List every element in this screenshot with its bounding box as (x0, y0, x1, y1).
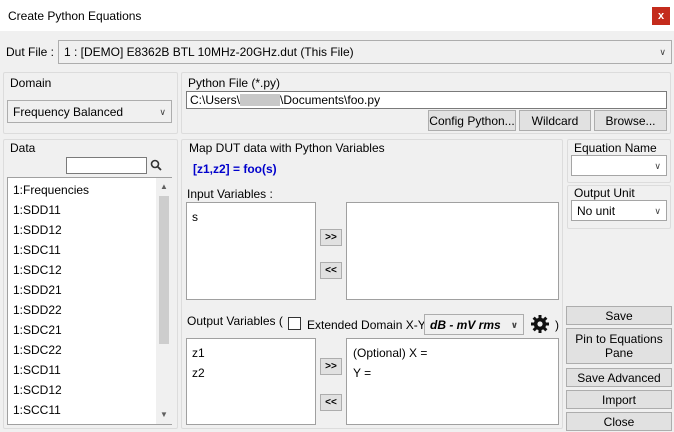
config-python-button[interactable]: Config Python... (428, 110, 516, 131)
search-icon[interactable] (150, 159, 162, 171)
output-unit-value: No unit (577, 203, 616, 218)
data-list-item[interactable]: 1:SCD12 (8, 380, 156, 400)
output-unit-label: Output Unit (574, 186, 635, 200)
extended-domain-checkbox[interactable] (288, 317, 301, 330)
scroll-thumb[interactable] (159, 196, 169, 344)
data-list-item[interactable]: 1:SDD22 (8, 300, 156, 320)
equation-name-select[interactable] (571, 155, 667, 176)
data-list[interactable]: 1:Frequencies 1:SDD11 1:SDD12 1:SDC11 1:SDC1… (7, 177, 172, 425)
input-variables-list[interactable]: s (186, 202, 316, 300)
scroll-down-icon[interactable]: ▼ (160, 410, 168, 419)
data-list-item[interactable]: 1:SCD11 (8, 360, 156, 380)
domain-label: Domain (10, 76, 52, 90)
output-close-paren: ) (555, 318, 559, 332)
unit-select-value: dB - mV rms (430, 317, 501, 332)
equation-name-label: Equation Name (574, 141, 657, 155)
wildcard-button[interactable]: Wildcard (519, 110, 591, 131)
python-file-path-input[interactable]: C:\Users\ \Documents\foo.py (186, 91, 667, 109)
input-variables-label: Input Variables : (187, 187, 273, 201)
window-title: Create Python Equations (8, 9, 142, 23)
data-list-item[interactable]: 1:SDD11 (8, 200, 156, 220)
chevron-down-icon (159, 107, 166, 118)
add-input-button[interactable]: >> (320, 229, 342, 246)
chevron-down-icon (659, 47, 666, 58)
data-list-item[interactable]: 1:SDC12 (8, 260, 156, 280)
import-button[interactable]: Import (566, 390, 672, 409)
output-items: z1 z2 (187, 339, 315, 383)
output-variables-list[interactable]: z1 z2 (186, 338, 316, 425)
data-list-item[interactable]: 1:SDC11 (8, 240, 156, 260)
browse-button[interactable]: Browse... (594, 110, 667, 131)
output-variable-item[interactable]: z2 (187, 363, 315, 383)
chevron-down-icon (654, 161, 661, 172)
map-label: Map DUT data with Python Variables (189, 141, 385, 155)
output-variables-label: Output Variables ( (187, 314, 283, 328)
dut-file-label: Dut File : (6, 45, 55, 59)
dut-file-select[interactable]: 1 : [DEMO] E8362B BTL 10MHz-20GHz.dut (T… (58, 40, 672, 64)
redacted-username (240, 94, 281, 106)
output-variable-item[interactable]: z1 (187, 343, 315, 363)
data-list-item[interactable]: 1:SDC22 (8, 340, 156, 360)
dut-file-value: 1 : [DEMO] E8362B BTL 10MHz-20GHz.dut (T… (64, 45, 354, 59)
input-items: s (187, 203, 315, 227)
close-button[interactable]: Close (566, 412, 672, 431)
chevron-down-icon (654, 206, 661, 217)
save-button[interactable]: Save (566, 306, 672, 325)
data-list-item[interactable]: 1:SCC11 (8, 400, 156, 420)
python-path-suffix: \Documents\foo.py (280, 93, 381, 107)
remove-output-button[interactable]: << (320, 394, 342, 411)
x-mapping-line: (Optional) X = (353, 346, 428, 360)
save-advanced-button[interactable]: Save Advanced (566, 368, 672, 387)
gear-icon[interactable] (530, 314, 550, 334)
chevron-down-icon (511, 320, 518, 331)
extended-domain-label: Extended Domain X-Y (307, 318, 426, 332)
close-window-button[interactable]: x (652, 7, 670, 25)
python-file-label: Python File (*.py) (188, 76, 281, 90)
data-list-item[interactable]: 1:Frequencies (8, 180, 156, 200)
data-list-item[interactable]: 1:SDC21 (8, 320, 156, 340)
data-items: 1:Frequencies 1:SDD11 1:SDD12 1:SDC11 1:SDC1… (8, 180, 156, 424)
unit-select[interactable]: dB - mV rms (424, 314, 524, 335)
data-label: Data (10, 141, 36, 155)
mapped-input-list[interactable] (346, 202, 559, 300)
data-list-item[interactable]: 1:SDD21 (8, 280, 156, 300)
data-list-item[interactable]: 1:SDD12 (8, 220, 156, 240)
remove-input-button[interactable]: << (320, 262, 342, 279)
scroll-up-icon[interactable]: ▲ (160, 182, 168, 191)
domain-value: Frequency Balanced (13, 104, 124, 119)
function-signature: [z1,z2] = foo(s) (193, 162, 277, 176)
input-variable-item[interactable]: s (187, 207, 315, 227)
xy-mapping-list[interactable]: (Optional) X = Y = (346, 338, 559, 425)
output-unit-select[interactable]: No unit (571, 200, 667, 221)
add-output-button[interactable]: >> (320, 358, 342, 375)
data-search-input[interactable] (66, 157, 147, 174)
y-mapping-line: Y = (353, 366, 372, 380)
domain-select[interactable]: Frequency Balanced (7, 100, 172, 123)
data-list-scrollbar[interactable]: ▲ ▼ (156, 178, 172, 424)
pin-to-equations-pane-button[interactable]: Pin to Equations Pane (566, 328, 672, 364)
python-path-prefix: C:\Users\ (190, 93, 241, 107)
